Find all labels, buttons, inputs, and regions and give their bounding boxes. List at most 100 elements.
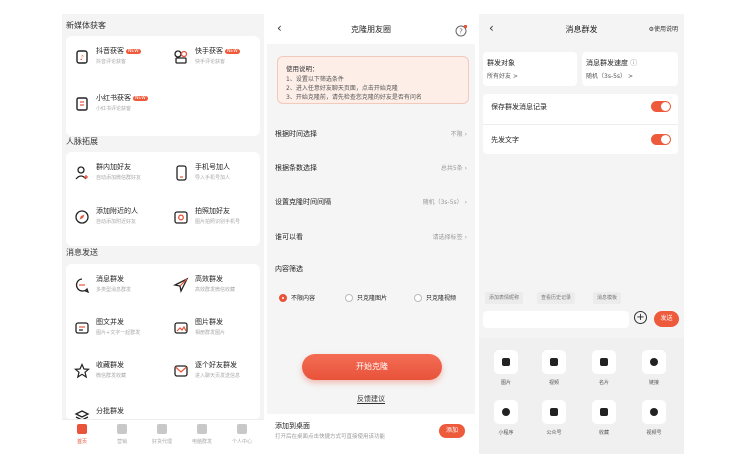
new-badge: NEW [225, 49, 240, 54]
bottom-tab-bar: 首页 营销 好货代理 电脑群发 个人中心 [62, 419, 264, 454]
chip-templates[interactable]: 消息模板 [593, 292, 622, 304]
feature-kuaishou[interactable]: 快手获客 NEW 快手评论获客 [165, 46, 260, 74]
tool-label: 视频号 [646, 430, 662, 436]
kuaishou-icon [173, 49, 189, 65]
xiaohongshu-icon [74, 96, 90, 112]
tool-link[interactable]: 链接 [637, 350, 671, 386]
computer-icon [197, 424, 207, 434]
feature-image-text[interactable]: 图文并发 图片+文字一起群发 [66, 317, 161, 345]
tab-label: 营销 [116, 439, 127, 445]
clone-moments-panel: ‹ 克隆朋友圈 ? 使用说明： 1、设置以下筛选条件 2、进入任意好友聊天页面，… [267, 14, 475, 454]
help-icon[interactable]: ? [455, 22, 468, 37]
send-button[interactable]: 发送 [654, 311, 679, 327]
tool-mini-program[interactable]: 小程序 [489, 400, 523, 436]
send-text-first-label: 先发文字 [491, 136, 519, 144]
row-label: 谁可以看 [275, 233, 303, 241]
feature-douyin[interactable]: ♪ 抖音获客 NEW 抖音评论获客 [66, 46, 161, 74]
chip-add-nickname[interactable]: 添加表情昵称 [485, 292, 524, 304]
usage-notice: 使用说明： 1、设置以下筛选条件 2、进入任意好友聊天页面，点击开始克隆 3、开… [277, 56, 469, 104]
image-icon [173, 320, 189, 336]
tab-label: 好货代理 [151, 439, 172, 445]
feature-desc: 图片+文字一起群发 [96, 330, 141, 336]
tool-official-account[interactable]: 公众号 [537, 400, 571, 436]
feature-image-broadcast[interactable]: 图片群发 相册群发图片 [165, 317, 260, 345]
chevron-right-icon: › [464, 199, 467, 206]
message-input[interactable] [483, 311, 629, 328]
feature-name: 逐个好友群发 [195, 361, 237, 369]
tool-favorites[interactable]: 收藏 [587, 400, 621, 436]
tool-label: 收藏 [598, 430, 609, 436]
feature-group-add-friends[interactable]: 群内加好友 自动添加微信群好友 [66, 162, 161, 190]
tool-image[interactable]: 图片 [489, 350, 523, 386]
send-text-first-toggle[interactable] [651, 134, 671, 145]
radio-label: 不限内容 [291, 295, 316, 302]
target-selector[interactable]: 群发对象 所有好友 > [483, 52, 577, 86]
target-value: 所有好友 > [487, 73, 518, 80]
radio-images-only[interactable]: 只克隆图片 [345, 293, 387, 302]
feedback-label: 反馈建议 [357, 395, 385, 404]
header: ‹ 克隆朋友圈 ? [267, 14, 475, 44]
user-icon [237, 424, 247, 434]
tab-agent[interactable]: 好货代理 [142, 424, 182, 445]
save-record-label: 保存群发消息记录 [491, 103, 547, 111]
tool-label: 链接 [648, 380, 659, 386]
feature-xiaohongshu[interactable]: 小红书获客 NEW 小红书评论获客 [66, 93, 161, 121]
add-button[interactable]: 添加 [439, 424, 465, 438]
chip-history[interactable]: 查看历史记录 [537, 292, 576, 304]
tab-label: 个人中心 [231, 439, 252, 445]
help-link[interactable]: ⚙使用说明 [649, 24, 678, 33]
svg-text:♪: ♪ [80, 54, 84, 62]
time-filter-row[interactable]: 根据时间选择 不限 › [267, 118, 475, 148]
chat-bubble-icon [74, 277, 90, 294]
start-clone-button[interactable]: 开始克隆 [302, 354, 442, 380]
feature-phone-add[interactable]: 手机号加人 导入手机号加人 [165, 162, 260, 190]
tool-label: 公众号 [546, 430, 562, 436]
douyin-icon: ♪ [74, 49, 90, 65]
visibility-row[interactable]: 谁可以看 请选择标签 › [267, 221, 475, 251]
notice-title: 使用说明： [286, 65, 319, 73]
radio-label: 只克隆图片 [357, 295, 388, 302]
feature-desc: 抖音评论获客 [96, 59, 127, 65]
feature-desc: 导入手机号加人 [195, 175, 231, 181]
feature-efficient-broadcast[interactable]: 高效群发 高效群发微信收藏 [165, 274, 260, 302]
mail-icon [173, 363, 189, 379]
radio-no-limit[interactable]: 不限内容 [279, 293, 315, 302]
count-filter-row[interactable]: 根据条数选择 总共5条 › [267, 152, 475, 182]
divider [483, 124, 678, 125]
tool-label: 图片 [500, 380, 511, 386]
feature-name: 快手获客 [195, 47, 223, 55]
interval-row[interactable]: 设置克隆时间间隔 随机（3s-5s） › [267, 186, 475, 216]
feature-favorite-broadcast[interactable]: 收藏群发 微信群发收藏 [66, 360, 161, 388]
feature-name: 高效群发 [195, 275, 223, 283]
tab-profile[interactable]: 个人中心 [222, 424, 262, 445]
speed-selector[interactable]: 消息群发速度 ⓘ 随机（3s-5s） > [582, 52, 678, 86]
feature-broadcast[interactable]: 消息群发 多类型消息群发 [66, 274, 161, 302]
tab-label: 首页 [76, 439, 87, 445]
feature-desc: 相册群发图片 [195, 330, 226, 336]
feature-desc: 自动添加微信群好友 [96, 175, 142, 181]
tab-pc-broadcast[interactable]: 电脑群发 [182, 424, 222, 445]
tab-home[interactable]: 首页 [62, 424, 102, 445]
feature-photo-add[interactable]: 拍照加好友 图片拍照识别手机号 [165, 206, 260, 234]
save-record-toggle[interactable] [651, 101, 671, 112]
tool-video[interactable]: 视频 [537, 350, 571, 386]
tab-marketing[interactable]: 营销 [102, 424, 142, 445]
tool-card[interactable]: 名片 [587, 350, 621, 386]
new-badge: NEW [126, 49, 141, 54]
plus-icon[interactable]: + [634, 311, 647, 324]
row-value: 请选择标签 [432, 234, 463, 241]
feedback-link[interactable]: 反馈建议 [267, 394, 475, 404]
user-add-icon [74, 165, 90, 181]
new-media-card: ♪ 抖音获客 NEW 抖音评论获客 快手获客 NEW 快手评论获客 小红书获客 NEW… [66, 36, 260, 136]
feature-nearby-people[interactable]: 添加附近的人 自动添加附近好友 [66, 206, 161, 234]
radio-videos-only[interactable]: 只克隆视频 [414, 293, 456, 302]
feature-name: 添加附近的人 [96, 207, 138, 215]
tool-channels[interactable]: 视频号 [637, 400, 671, 436]
phone-icon [173, 165, 189, 181]
feature-name: 图文并发 [96, 318, 124, 326]
content-filter-title: 内容筛选 [275, 265, 303, 273]
radio-dot [345, 294, 353, 302]
add-desktop-title: 添加到桌面 [275, 422, 310, 430]
feature-one-by-one-broadcast[interactable]: 逐个好友群发 进入聊天页发送信息 [165, 360, 260, 388]
star-icon [73, 363, 91, 379]
